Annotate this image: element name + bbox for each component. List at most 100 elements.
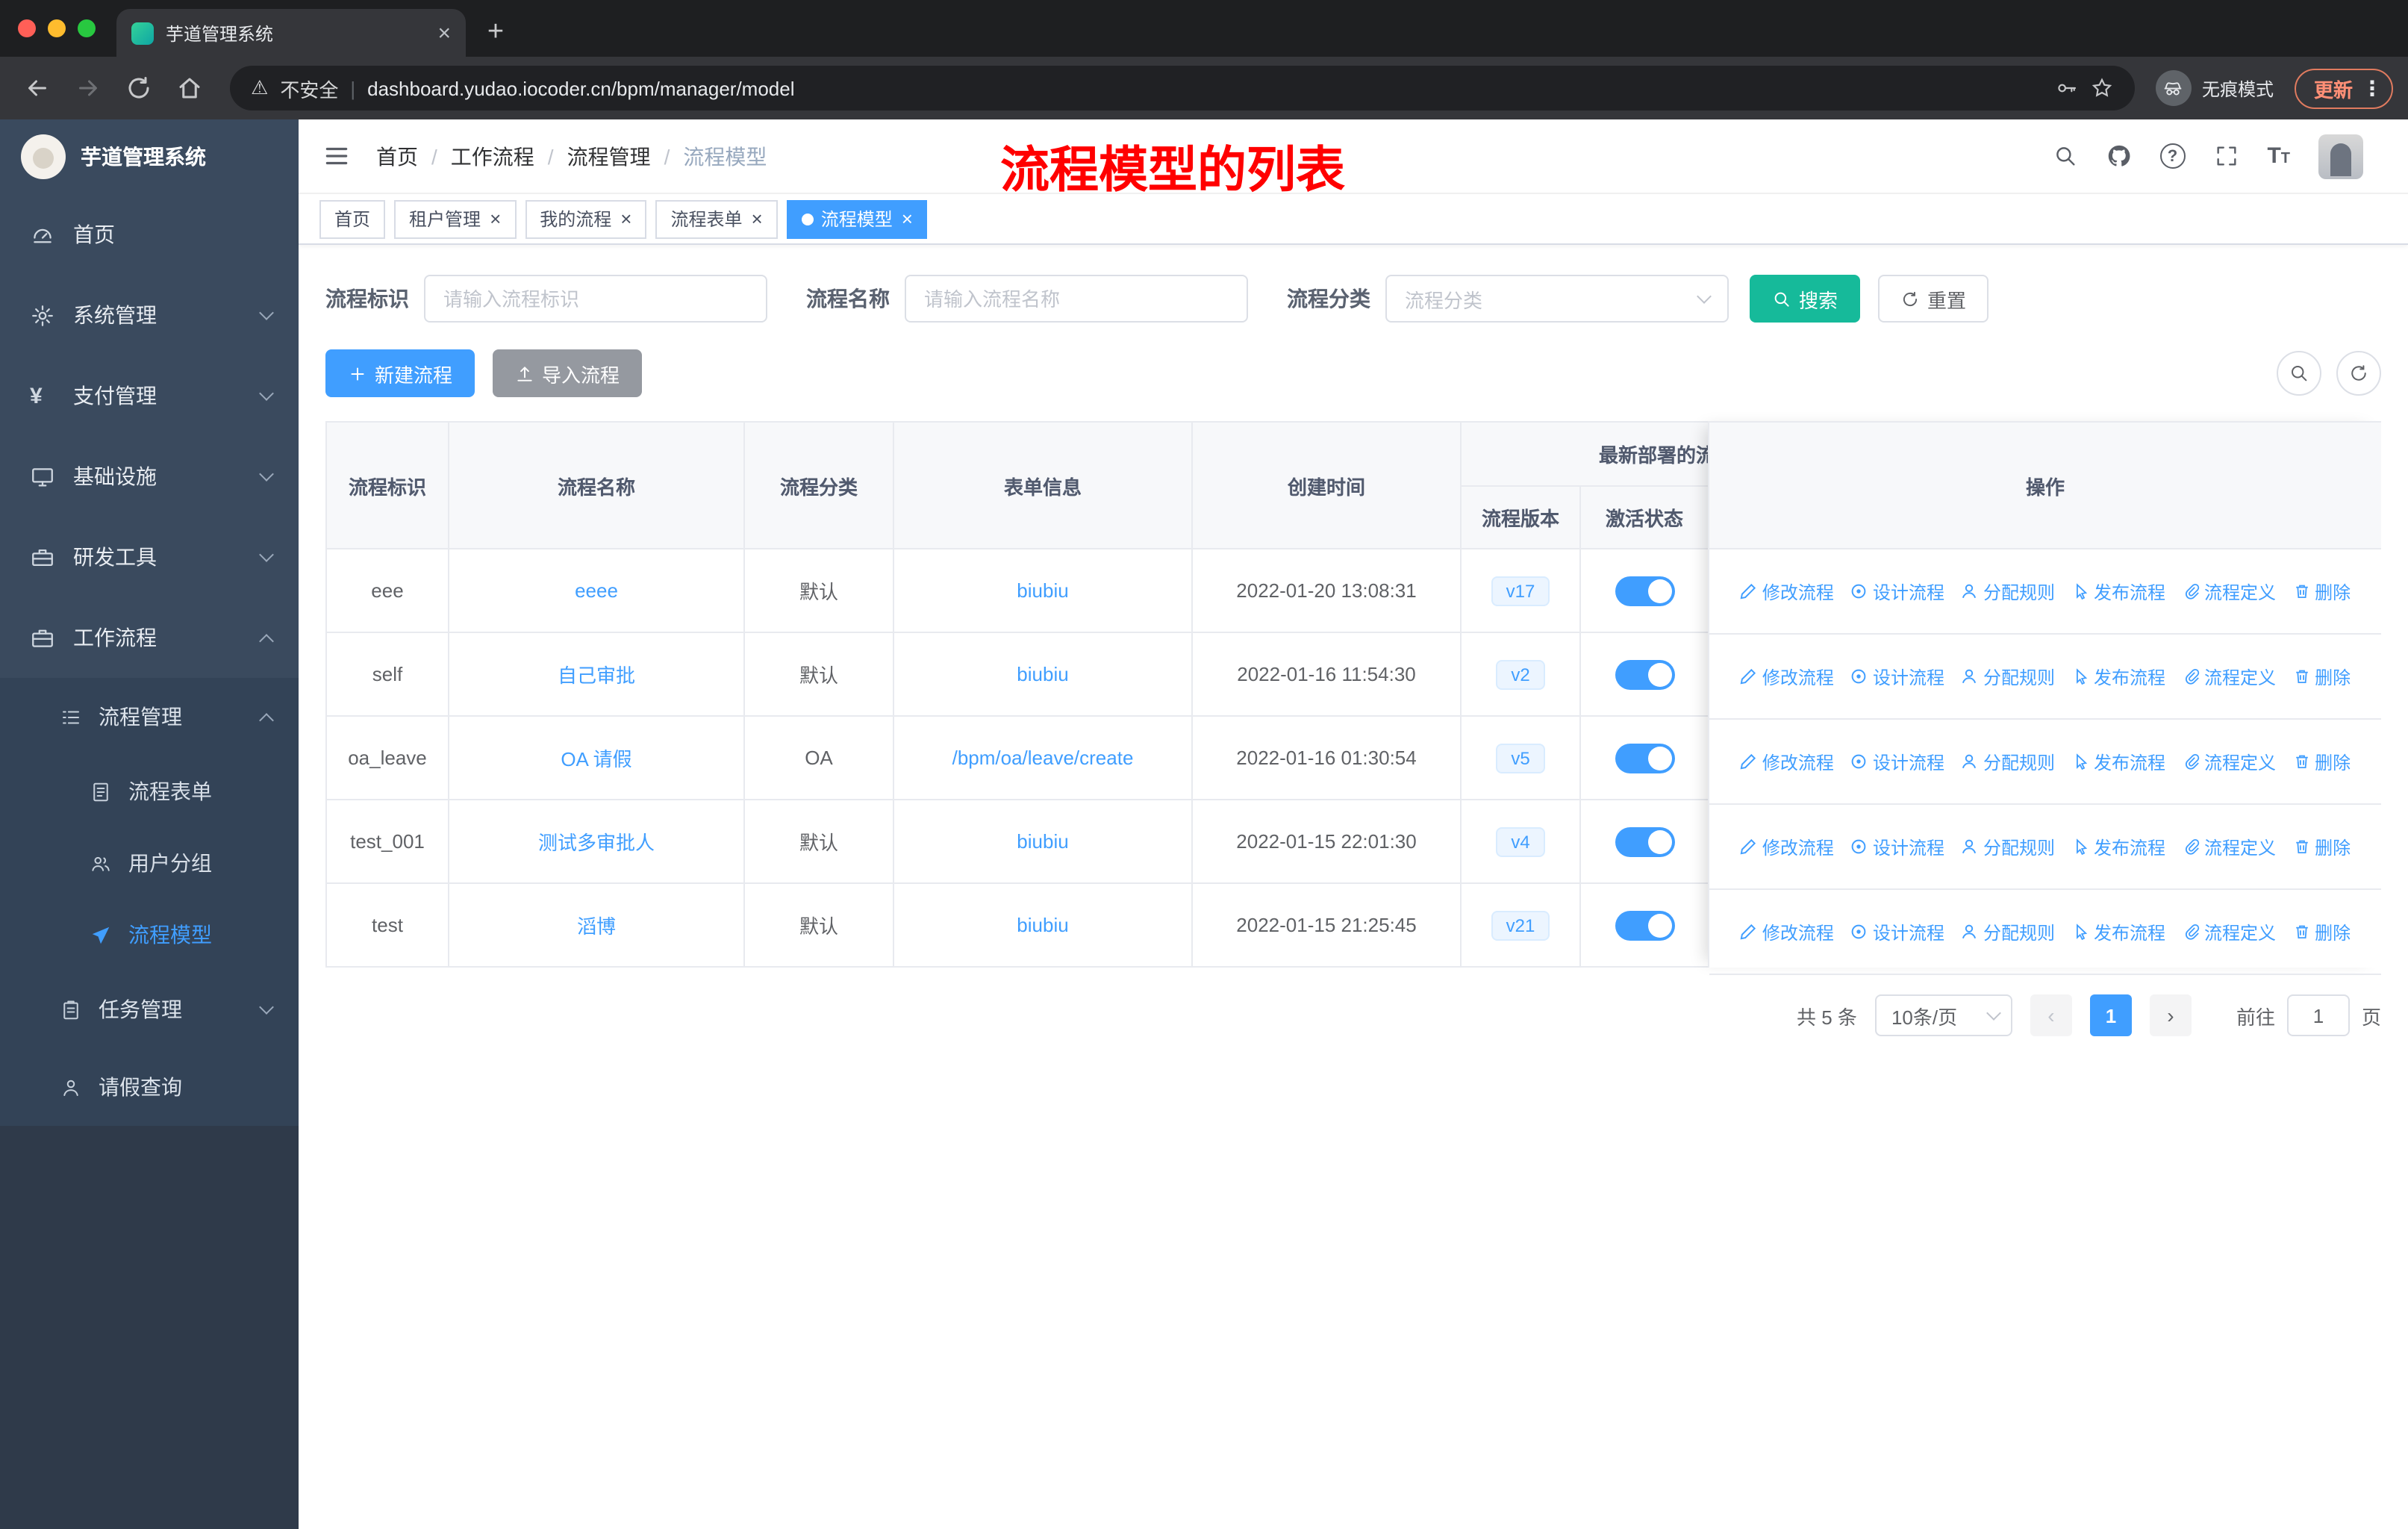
sidebar-item-process-form[interactable]: 流程表单 — [0, 756, 299, 827]
action-publish-link[interactable]: 发布流程 — [2071, 834, 2165, 859]
action-assign-link[interactable]: 分配规则 — [1961, 579, 2055, 604]
tab-close-icon[interactable]: × — [437, 22, 451, 44]
search-button[interactable]: 搜索 — [1750, 275, 1861, 323]
action-delete-link[interactable]: 删除 — [2292, 664, 2351, 689]
action-design-link[interactable]: 设计流程 — [1850, 834, 1944, 859]
breadcrumb-item[interactable]: 流程管理 — [567, 141, 651, 171]
sidebar-item-infra[interactable]: 基础设施 — [0, 436, 299, 517]
process-name-link[interactable]: eeee — [575, 579, 618, 602]
action-delete-link[interactable]: 删除 — [2292, 579, 2351, 604]
action-definition-link[interactable]: 流程定义 — [2182, 749, 2276, 774]
tag-close-icon[interactable]: × — [902, 209, 913, 228]
address-bar[interactable]: ⚠ 不安全 | dashboard.yudao.iocoder.cn/bpm/m… — [230, 66, 2135, 110]
home-icon[interactable] — [167, 66, 212, 110]
window-minimize-button[interactable] — [48, 19, 66, 37]
action-definition-link[interactable]: 流程定义 — [2182, 919, 2276, 944]
process-name-input[interactable] — [905, 275, 1248, 323]
sidebar-item-process-mgmt[interactable]: 流程管理 — [0, 678, 299, 756]
status-toggle[interactable] — [1615, 576, 1674, 605]
user-avatar[interactable] — [2318, 134, 2363, 178]
process-name-link[interactable]: 自己审批 — [558, 664, 635, 687]
reload-icon[interactable] — [116, 66, 161, 110]
action-edit-link[interactable]: 修改流程 — [1740, 834, 1834, 859]
sidebar-item-user-group[interactable]: 用户分组 — [0, 827, 299, 899]
action-publish-link[interactable]: 发布流程 — [2071, 664, 2165, 689]
action-assign-link[interactable]: 分配规则 — [1961, 834, 2055, 859]
new-tab-button[interactable]: + — [475, 12, 517, 54]
action-publish-link[interactable]: 发布流程 — [2071, 579, 2165, 604]
page-number-current[interactable]: 1 — [2089, 994, 2132, 1036]
tag-item-0[interactable]: 首页 — [319, 199, 386, 238]
collapse-sidebar-icon[interactable] — [308, 128, 364, 184]
breadcrumb-item[interactable]: 工作流程 — [451, 141, 534, 171]
update-button[interactable]: 更新 ⋮ — [2294, 68, 2393, 108]
action-definition-link[interactable]: 流程定义 — [2182, 664, 2276, 689]
tag-close-icon[interactable]: × — [752, 209, 763, 228]
action-publish-link[interactable]: 发布流程 — [2071, 749, 2165, 774]
tag-close-icon[interactable]: × — [490, 209, 501, 228]
breadcrumb-item[interactable]: 首页 — [376, 141, 418, 171]
action-design-link[interactable]: 设计流程 — [1850, 664, 1944, 689]
action-design-link[interactable]: 设计流程 — [1850, 919, 1944, 944]
browser-tab[interactable]: 芋道管理系统 × — [116, 9, 466, 57]
action-design-link[interactable]: 设计流程 — [1850, 749, 1944, 774]
sidebar-item-leave-query[interactable]: 请假查询 — [0, 1048, 299, 1126]
sidebar-item-devtools[interactable]: 研发工具 — [0, 517, 299, 597]
status-toggle[interactable] — [1615, 743, 1674, 773]
process-name-link[interactable]: 测试多审批人 — [538, 832, 655, 854]
status-toggle[interactable] — [1615, 826, 1674, 856]
action-assign-link[interactable]: 分配规则 — [1961, 749, 2055, 774]
page-size-select[interactable]: 10条/页 — [1874, 994, 2012, 1036]
form-info-link[interactable]: biubiu — [1017, 830, 1068, 853]
help-icon[interactable]: ? — [2159, 143, 2186, 169]
tag-item-4[interactable]: 流程模型 × — [786, 199, 928, 238]
reset-button[interactable]: 重置 — [1878, 275, 1989, 323]
sidebar-item-system[interactable]: 系统管理 — [0, 275, 299, 355]
process-name-link[interactable]: 滔博 — [577, 915, 616, 938]
back-icon[interactable] — [15, 66, 60, 110]
action-definition-link[interactable]: 流程定义 — [2182, 834, 2276, 859]
process-key-input[interactable] — [424, 275, 767, 323]
sidebar-item-process-model[interactable]: 流程模型 — [0, 899, 299, 971]
goto-page-input[interactable] — [2286, 994, 2350, 1036]
search-icon[interactable] — [2052, 143, 2077, 169]
action-edit-link[interactable]: 修改流程 — [1740, 579, 1834, 604]
tag-item-3[interactable]: 流程表单 × — [655, 199, 778, 238]
action-delete-link[interactable]: 删除 — [2292, 834, 2351, 859]
action-assign-link[interactable]: 分配规则 — [1961, 664, 2055, 689]
category-select[interactable]: 流程分类 — [1385, 275, 1729, 323]
github-icon[interactable] — [2106, 143, 2131, 169]
tag-item-2[interactable]: 我的流程 × — [525, 199, 647, 238]
browser-menu-icon[interactable]: ⋮ — [2362, 75, 2383, 101]
action-edit-link[interactable]: 修改流程 — [1740, 749, 1834, 774]
font-size-icon[interactable]: TT — [2267, 143, 2290, 169]
incognito-profile-chip[interactable]: 无痕模式 — [2153, 67, 2289, 109]
prev-page-button[interactable]: ‹ — [2030, 994, 2072, 1036]
action-design-link[interactable]: 设计流程 — [1850, 579, 1944, 604]
form-info-link[interactable]: biubiu — [1017, 914, 1068, 936]
window-close-button[interactable] — [18, 19, 36, 37]
sidebar-item-workflow[interactable]: 工作流程 — [0, 597, 299, 678]
sidebar-item-payment[interactable]: ¥ 支付管理 — [0, 355, 299, 436]
sidebar-item-task-mgmt[interactable]: 任务管理 — [0, 971, 299, 1048]
tag-close-icon[interactable]: × — [620, 209, 631, 228]
create-process-button[interactable]: 新建流程 — [325, 349, 475, 397]
bookmark-star-icon[interactable] — [2090, 76, 2114, 100]
action-definition-link[interactable]: 流程定义 — [2182, 579, 2276, 604]
show-search-button[interactable] — [2277, 351, 2321, 396]
form-info-link[interactable]: biubiu — [1017, 579, 1068, 602]
forward-icon[interactable] — [66, 66, 110, 110]
tag-item-1[interactable]: 租户管理 × — [394, 199, 517, 238]
next-page-button[interactable]: › — [2149, 994, 2192, 1036]
status-toggle[interactable] — [1615, 659, 1674, 689]
security-warning-icon[interactable]: ⚠ — [251, 76, 268, 100]
action-delete-link[interactable]: 删除 — [2292, 749, 2351, 774]
window-maximize-button[interactable] — [78, 19, 96, 37]
action-delete-link[interactable]: 删除 — [2292, 919, 2351, 944]
action-assign-link[interactable]: 分配规则 — [1961, 919, 2055, 944]
refresh-table-button[interactable] — [2336, 351, 2381, 396]
action-edit-link[interactable]: 修改流程 — [1740, 919, 1834, 944]
status-toggle[interactable] — [1615, 910, 1674, 940]
fullscreen-icon[interactable] — [2213, 143, 2239, 169]
form-info-link[interactable]: /bpm/oa/leave/create — [952, 747, 1134, 769]
